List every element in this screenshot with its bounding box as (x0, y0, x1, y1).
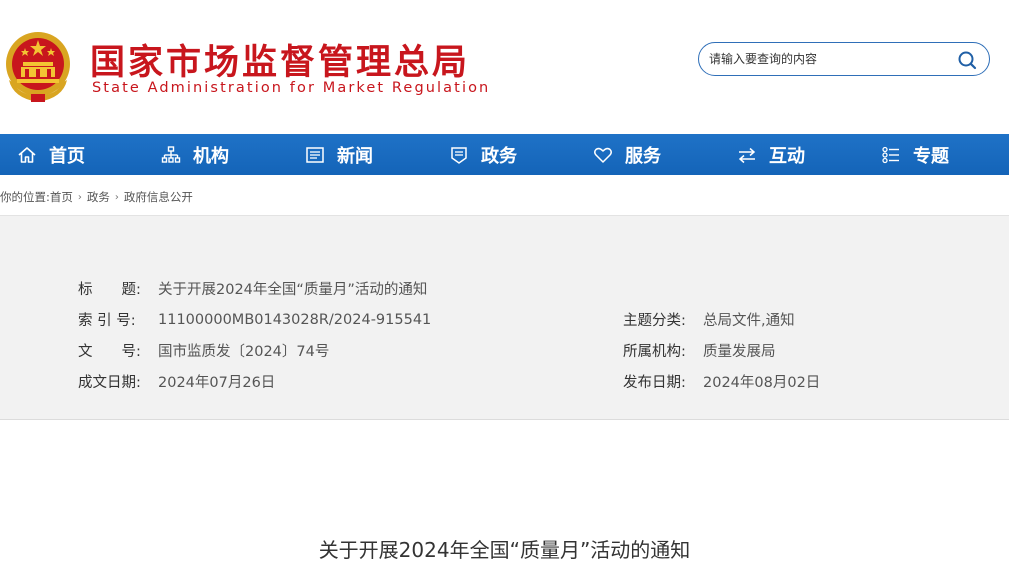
nav-item-org[interactable]: 机构 (161, 134, 229, 175)
org-chart-icon (161, 145, 181, 165)
info-label: 成文日期: (78, 375, 141, 391)
search-icon[interactable] (957, 50, 977, 70)
info-label: 所属机构: (623, 344, 686, 360)
info-label: 文 号: (78, 344, 141, 360)
main-nav: 首页 机构 新闻 政务 服务 互动 专题 (0, 134, 1009, 175)
info-row-org: 所属机构: 质量发展局 (623, 340, 776, 361)
info-row-category: 主题分类: 总局文件,通知 (623, 309, 795, 330)
search-input[interactable] (709, 49, 944, 69)
info-label: 索 引 号: (78, 313, 136, 329)
nav-item-home[interactable]: 首页 (17, 134, 85, 175)
site-header: 国家市场监督管理总局 State Administration for Mark… (0, 0, 1009, 134)
nav-label: 专题 (913, 145, 949, 167)
national-emblem-icon[interactable] (3, 28, 73, 104)
nav-item-interaction[interactable]: 互动 (737, 134, 805, 175)
info-value-docno: 国市监质发〔2024〕74号 (158, 344, 330, 360)
exchange-icon (737, 145, 757, 165)
breadcrumb-item-home[interactable]: 首页 (50, 189, 73, 205)
news-icon (305, 145, 325, 165)
nav-label: 互动 (769, 145, 805, 167)
info-value-created: 2024年07月26日 (158, 375, 276, 391)
nav-label: 新闻 (337, 145, 373, 167)
article-title: 关于开展2024年全国“质量月”活动的通知 (318, 538, 691, 562)
breadcrumb-separator: › (114, 191, 119, 203)
info-row-created: 成文日期: 2024年07月26日 (78, 371, 275, 392)
info-row-title: 标 题: 关于开展2024年全国“质量月”活动的通知 (78, 278, 427, 299)
breadcrumb-item-gov-affairs[interactable]: 政务 (87, 189, 110, 205)
nav-item-news[interactable]: 新闻 (305, 134, 373, 175)
info-value-published: 2024年08月02日 (703, 375, 821, 391)
info-row-index: 索 引 号: 11100000MB0143028R/2024-915541 (78, 309, 431, 330)
info-value-title: 关于开展2024年全国“质量月”活动的通知 (158, 282, 428, 298)
breadcrumb: 你的位置: 首页 › 政务 › 政府信息公开 (0, 188, 193, 206)
nav-label: 服务 (625, 145, 661, 167)
home-icon (17, 145, 37, 165)
document-info-panel: 标 题: 关于开展2024年全国“质量月”活动的通知 索 引 号: 111000… (0, 216, 1009, 420)
heart-icon (593, 145, 613, 165)
nav-item-services[interactable]: 服务 (593, 134, 661, 175)
info-label: 发布日期: (623, 375, 686, 391)
nav-item-gov-affairs[interactable]: 政务 (449, 134, 517, 175)
info-label: 标 题: (78, 282, 141, 298)
site-subtitle: State Administration for Market Regulati… (92, 80, 491, 96)
site-title[interactable]: 国家市场监督管理总局 (90, 34, 470, 85)
breadcrumb-prefix: 你的位置: (0, 190, 50, 204)
badge-icon (449, 145, 469, 165)
info-value-index: 11100000MB0143028R/2024-915541 (158, 311, 432, 328)
info-row-published: 发布日期: 2024年08月02日 (623, 371, 820, 392)
nav-item-topics[interactable]: 专题 (881, 134, 949, 175)
search-box (698, 42, 990, 76)
nav-label: 首页 (49, 145, 85, 167)
info-value-category: 总局文件,通知 (703, 313, 795, 329)
breadcrumb-item-gov-info[interactable]: 政府信息公开 (124, 189, 193, 205)
topic-list-icon (881, 145, 901, 165)
breadcrumb-separator: › (77, 191, 82, 203)
info-value-org: 质量发展局 (703, 344, 776, 360)
nav-label: 机构 (193, 145, 229, 167)
nav-label: 政务 (481, 145, 517, 167)
info-label: 主题分类: (623, 313, 686, 329)
info-row-docno: 文 号: 国市监质发〔2024〕74号 (78, 340, 329, 361)
